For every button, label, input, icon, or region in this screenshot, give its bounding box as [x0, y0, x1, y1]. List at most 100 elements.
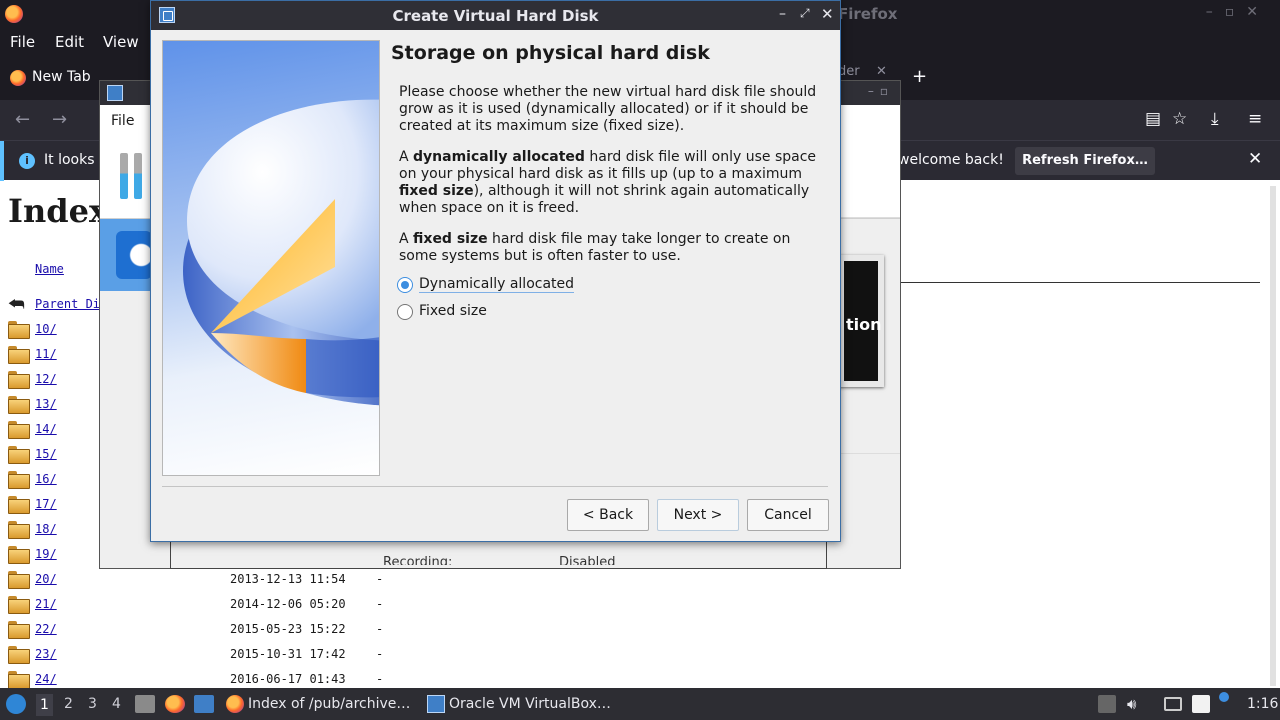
firefox-tab-icon	[10, 70, 26, 86]
task-virtualbox[interactable]: Oracle VM VirtualBox…	[421, 688, 621, 720]
close-icon[interactable]: ✕	[821, 5, 834, 23]
notification-badge-icon[interactable]	[1219, 692, 1229, 702]
refresh-firefox-button[interactable]: Refresh Firefox…	[1015, 147, 1155, 175]
back-button[interactable]: < Back	[567, 499, 649, 531]
forward-arrow-icon[interactable]: →	[52, 109, 67, 130]
create-virtual-hard-disk-dialog: Create Virtual Hard Disk – ⤢ ✕ Storage o…	[150, 0, 841, 542]
directory-link[interactable]: 14/	[35, 422, 57, 436]
modified-date: 2014-12-06 05:20	[230, 597, 346, 611]
workspace-3[interactable]: 3	[88, 696, 97, 712]
notification-accent	[0, 141, 4, 181]
hamburger-menu-icon[interactable]: ≡	[1248, 109, 1262, 129]
new-tab-plus-icon[interactable]: +	[912, 66, 927, 87]
button-divider	[162, 486, 828, 487]
desktop-icon[interactable]	[194, 695, 214, 713]
dynamic-description: A dynamically allocated hard disk file w…	[399, 149, 817, 217]
minimize-icon[interactable]: –	[779, 6, 786, 22]
vm-os-icon	[116, 231, 152, 279]
directory-link[interactable]: 19/	[35, 547, 57, 561]
download-icon[interactable]: ⤓	[1211, 109, 1219, 129]
menu-view[interactable]: View	[103, 33, 139, 51]
back-folder-icon: ⮪	[8, 294, 25, 315]
bookmark-star-icon[interactable]: ☆	[1172, 109, 1187, 129]
radio-button-checked[interactable]	[397, 277, 413, 293]
folder-icon	[8, 646, 30, 664]
page-scrollbar[interactable]	[1270, 186, 1276, 686]
emphasis-fixed: fixed size	[413, 231, 488, 247]
workspace-1[interactable]: 1	[36, 694, 53, 716]
maximize-icon[interactable]: ⤢	[800, 6, 810, 21]
firefox-launcher-icon[interactable]	[165, 695, 185, 713]
start-menu-icon[interactable]	[6, 694, 26, 714]
size: -	[376, 672, 384, 686]
clipboard-icon[interactable]	[1192, 695, 1210, 713]
tools-icon[interactable]	[118, 153, 148, 201]
directory-link[interactable]: 13/	[35, 397, 57, 411]
divider	[900, 282, 1260, 283]
reader-view-icon[interactable]: ▤	[1145, 109, 1161, 129]
folder-icon	[8, 546, 30, 564]
option-label[interactable]: Fixed size	[419, 303, 487, 319]
directory-link[interactable]: 17/	[35, 497, 57, 511]
directory-link[interactable]: 23/	[35, 647, 57, 661]
firefox-logo-icon	[5, 5, 23, 23]
workspace-4[interactable]: 4	[112, 696, 121, 712]
directory-row: 21/2014-12-06 05:20 -	[8, 596, 388, 621]
directory-link[interactable]: 20/	[35, 572, 57, 586]
folder-icon	[8, 446, 30, 464]
display-icon[interactable]	[1164, 697, 1182, 711]
recording-label: Recording:	[383, 555, 453, 565]
menu-file[interactable]: File	[10, 33, 35, 51]
directory-link[interactable]: 10/	[35, 322, 57, 336]
folder-icon	[8, 396, 30, 414]
vbox-separator	[836, 217, 900, 218]
directory-link[interactable]: 12/	[35, 372, 57, 386]
directory-link[interactable]: 11/	[35, 347, 57, 361]
directory-link[interactable]: 24/	[35, 672, 57, 686]
back-arrow-icon[interactable]: ←	[15, 109, 30, 130]
directory-link[interactable]: 15/	[35, 447, 57, 461]
vbox-window-controls[interactable]: –▫	[868, 84, 894, 98]
tab-label: New Tab	[32, 69, 91, 85]
text: A	[399, 231, 414, 247]
dialog-title: Create Virtual Hard Disk	[392, 7, 599, 25]
recording-value: Disabled	[559, 555, 616, 565]
hard-disk-pie-icon	[183, 99, 379, 406]
menu-edit[interactable]: Edit	[55, 33, 84, 51]
workspace-2[interactable]: 2	[64, 696, 73, 712]
tray-box-icon[interactable]	[1098, 695, 1116, 713]
firefox-window-title: Firefox	[838, 5, 898, 23]
size: -	[376, 647, 384, 661]
directory-link[interactable]: 18/	[35, 522, 57, 536]
emphasis-fixed: fixed size	[399, 183, 474, 199]
tab-close-icon[interactable]: ✕	[876, 64, 887, 79]
notification-text: It looks l	[44, 152, 103, 168]
folder-icon	[8, 621, 30, 639]
notification-close-icon[interactable]: ✕	[1248, 149, 1262, 169]
volume-icon[interactable]: 🔊︎	[1127, 695, 1145, 713]
option-label[interactable]: Dynamically allocated	[419, 276, 575, 293]
directory-link[interactable]: 16/	[35, 472, 57, 486]
firefox-icon	[226, 695, 244, 713]
folder-icon	[8, 571, 30, 589]
tab-partial-label[interactable]: der	[838, 64, 860, 79]
next-button[interactable]: Next >	[657, 499, 739, 531]
task-firefox[interactable]: Index of /pub/archive…	[220, 688, 420, 720]
directory-link[interactable]: 21/	[35, 597, 57, 611]
file-manager-icon[interactable]	[135, 695, 155, 713]
folder-icon	[8, 346, 30, 364]
directory-row: 20/2013-12-13 11:54 -	[8, 571, 388, 596]
firefox-window-controls[interactable]: –▫✕	[1206, 4, 1270, 20]
notification-text-end: welcome back!	[898, 152, 1004, 168]
modified-date: 2016-06-17 01:43	[230, 672, 346, 686]
size: -	[376, 622, 384, 636]
radio-button[interactable]	[397, 304, 413, 320]
directory-row: 23/2015-10-31 17:42 -	[8, 646, 388, 671]
vbox-menu-file[interactable]: File	[111, 113, 134, 129]
cancel-button[interactable]: Cancel	[747, 499, 829, 531]
column-header-name[interactable]: Name	[35, 262, 64, 276]
vm-list-selected[interactable]	[100, 219, 152, 291]
directory-link[interactable]: 22/	[35, 622, 57, 636]
modified-date: 2015-10-31 17:42	[230, 647, 346, 661]
clock[interactable]: 1:16	[1247, 696, 1278, 712]
